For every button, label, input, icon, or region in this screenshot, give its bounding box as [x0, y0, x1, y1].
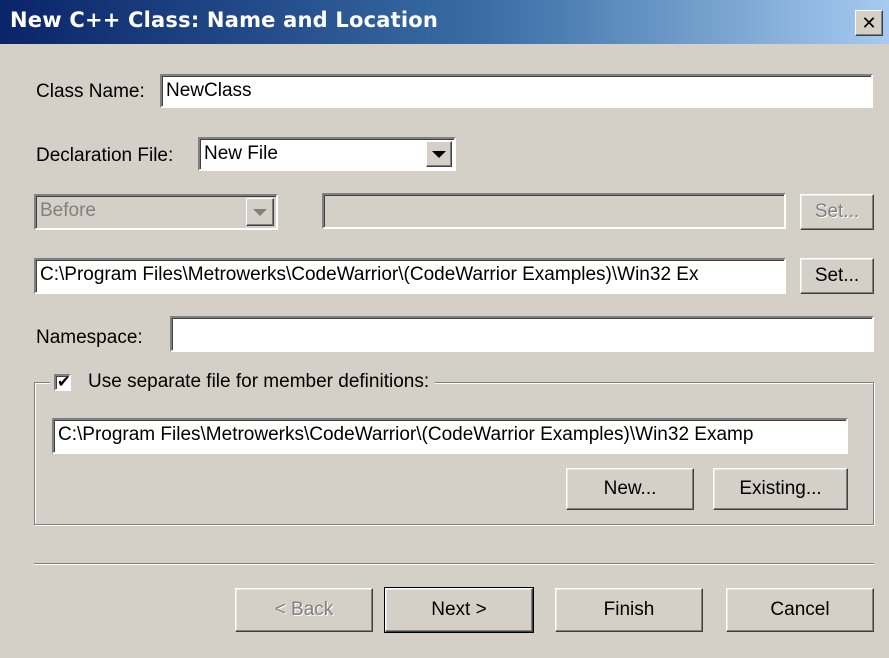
class-name-label: Class Name: — [36, 81, 145, 102]
close-button[interactable]: ✕ — [855, 10, 883, 36]
declaration-file-select[interactable]: New File — [198, 137, 456, 171]
position-target-input — [322, 193, 786, 229]
declaration-path-input[interactable]: C:\Program Files\Metrowerks\CodeWarrior\… — [34, 258, 786, 294]
position-set-button: Set... — [800, 194, 874, 230]
declaration-path-value: C:\Program Files\Metrowerks\CodeWarrior\… — [40, 264, 699, 285]
declaration-file-label: Declaration File: — [36, 145, 174, 166]
footer-separator — [34, 563, 874, 565]
member-definitions-checkbox[interactable]: ✔ — [54, 372, 71, 391]
member-definitions-path-value: C:\Program Files\Metrowerks\CodeWarrior\… — [58, 424, 754, 445]
position-select: Before — [34, 194, 278, 230]
member-definitions-legend[interactable]: ✔ Use separate file for member definitio… — [50, 370, 436, 394]
cancel-button[interactable]: Cancel — [726, 588, 874, 632]
chevron-down-icon — [253, 209, 267, 216]
new-button[interactable]: New... — [566, 468, 694, 510]
member-definitions-path-input[interactable]: C:\Program Files\Metrowerks\CodeWarrior\… — [52, 418, 848, 454]
back-button: < Back — [235, 588, 373, 632]
dialog-window: New C++ Class: Name and Location ✕ Class… — [0, 0, 889, 658]
class-name-input[interactable]: NewClass — [160, 74, 873, 108]
title-bar[interactable]: New C++ Class: Name and Location ✕ — [0, 0, 889, 44]
declaration-file-value: New File — [204, 143, 278, 164]
declaration-path-set-button[interactable]: Set... — [800, 258, 874, 294]
finish-button[interactable]: Finish — [555, 588, 703, 632]
namespace-label: Namespace: — [36, 327, 143, 348]
checkmark-icon: ✔ — [57, 372, 71, 391]
class-name-value: NewClass — [166, 80, 252, 101]
window-title: New C++ Class: Name and Location — [10, 8, 439, 32]
position-value: Before — [40, 200, 96, 221]
position-dropdown-button — [246, 198, 274, 226]
declaration-file-dropdown-button[interactable] — [426, 141, 452, 167]
next-button[interactable]: Next > — [384, 587, 534, 633]
namespace-input[interactable] — [170, 316, 874, 352]
member-definitions-label: Use separate file for member definitions… — [88, 371, 430, 392]
existing-button[interactable]: Existing... — [713, 468, 848, 510]
chevron-down-icon — [432, 151, 446, 158]
